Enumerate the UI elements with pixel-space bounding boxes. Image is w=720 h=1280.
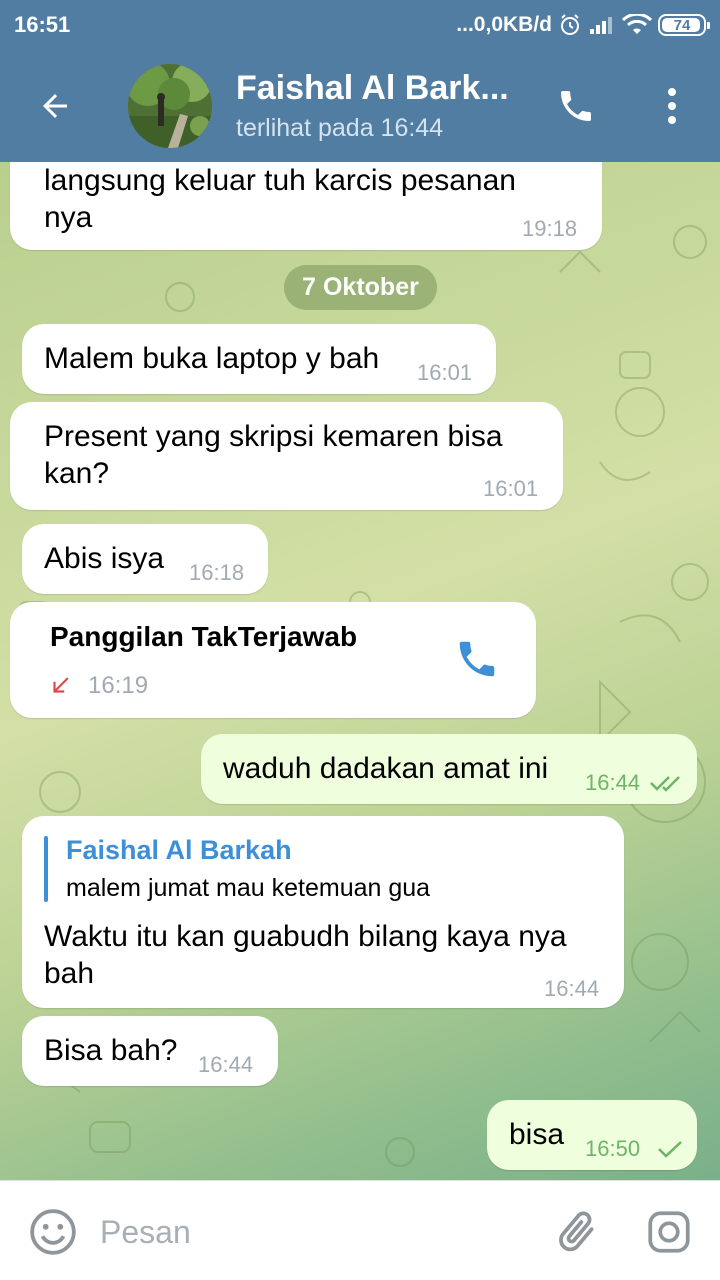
message-bubble-incoming[interactable]: Malem buka laptop y bah 16:01 (22, 324, 496, 394)
wifi-icon (622, 14, 652, 36)
reply-quoted-text: malem jumat mau ketemuan gua (66, 874, 431, 902)
message-text: bisa (509, 1118, 565, 1151)
message-time: 16:19 (88, 672, 149, 699)
emoji-button[interactable] (28, 1207, 78, 1257)
arrow-left-icon (43, 94, 67, 118)
smiley-icon (30, 1209, 76, 1255)
message-bubble-incoming[interactable]: Abis isya 16:18 (22, 524, 268, 594)
more-options-button[interactable] (650, 82, 694, 130)
message-text: nya (44, 201, 93, 234)
missed-call-title: Panggilan TakTerjawab (50, 621, 358, 652)
avatar[interactable] (128, 64, 212, 148)
message-input-bar (0, 1180, 720, 1280)
message-time: 16:50 (585, 1136, 641, 1161)
message-text: Present yang skripsi kemaren bisa (44, 420, 503, 453)
message-bubble-outgoing[interactable]: waduh dadakan amat ini 16:44 (201, 734, 697, 804)
message-bubble-incoming-reply[interactable]: Faishal Al Barkah malem jumat mau ketemu… (22, 816, 624, 1008)
signal-icon (588, 14, 616, 36)
message-text: Abis isya (44, 542, 165, 575)
contact-name[interactable]: Faishal Al Bark... (236, 69, 516, 108)
status-bar: 16:51 ...0,0KB/d 74 (0, 0, 720, 50)
network-speed: ...0,0KB/d (456, 13, 552, 36)
message-text: kan? (44, 457, 110, 490)
battery-level: 74 (673, 16, 691, 34)
chat-header: Faishal Al Bark... terlihat pada 16:44 (0, 50, 720, 162)
date-separator: 7 Oktober (284, 265, 437, 310)
message-time: 16:01 (483, 476, 539, 501)
reply-sender-name: Faishal Al Barkah (66, 835, 292, 865)
message-bubble-incoming[interactable]: langsung keluar tuh karcis pesanan nya 1… (10, 162, 602, 250)
message-text: waduh dadakan amat ini (223, 752, 549, 785)
message-text: langsung keluar tuh karcis pesanan (44, 164, 516, 197)
status-time: 16:51 (14, 12, 71, 37)
message-text: bah (44, 957, 95, 990)
double-check-icon (650, 776, 680, 792)
call-back-button[interactable] (454, 636, 502, 684)
message-bubble-incoming[interactable]: Present yang skripsi kemaren bisa kan? 1… (10, 402, 563, 510)
more-vert-icon (668, 88, 676, 124)
camera-button[interactable] (644, 1207, 694, 1257)
status-icons: ...0,0KB/d 74 (456, 12, 710, 38)
reply-quote-bar (44, 836, 48, 902)
phone-icon (459, 641, 495, 677)
single-check-icon (658, 1141, 682, 1158)
battery-icon: 74 (658, 14, 710, 36)
message-bubble-incoming[interactable]: Bisa bah? 16:44 (22, 1016, 278, 1086)
message-text: Malem buka laptop y bah (44, 342, 380, 375)
message-text: Bisa bah? (44, 1034, 178, 1067)
last-seen-status: terlihat pada 16:44 (236, 114, 444, 142)
message-input[interactable] (100, 1209, 520, 1255)
message-time: 16:44 (544, 976, 600, 1001)
missed-call-arrow-icon (53, 677, 69, 693)
camera-icon (648, 1211, 690, 1253)
back-button[interactable] (30, 81, 80, 131)
call-button[interactable] (552, 82, 600, 130)
alarm-icon (558, 13, 582, 37)
chat-area[interactable]: langsung keluar tuh karcis pesanan nya 1… (0, 162, 720, 1180)
message-time: 16:44 (198, 1052, 254, 1077)
message-text: Waktu itu kan guabudh bilang kaya nya (44, 920, 567, 953)
attach-button[interactable] (552, 1207, 602, 1257)
message-time: 16:01 (417, 360, 473, 385)
message-time: 16:44 (585, 770, 641, 795)
paperclip-icon (559, 1211, 594, 1252)
phone-icon (561, 91, 591, 121)
missed-call-bubble[interactable]: Panggilan TakTerjawab 16:19 (10, 602, 536, 718)
message-time: 19:18 (522, 216, 578, 241)
message-bubble-outgoing[interactable]: bisa 16:50 (487, 1100, 697, 1170)
message-time: 16:18 (189, 560, 245, 585)
